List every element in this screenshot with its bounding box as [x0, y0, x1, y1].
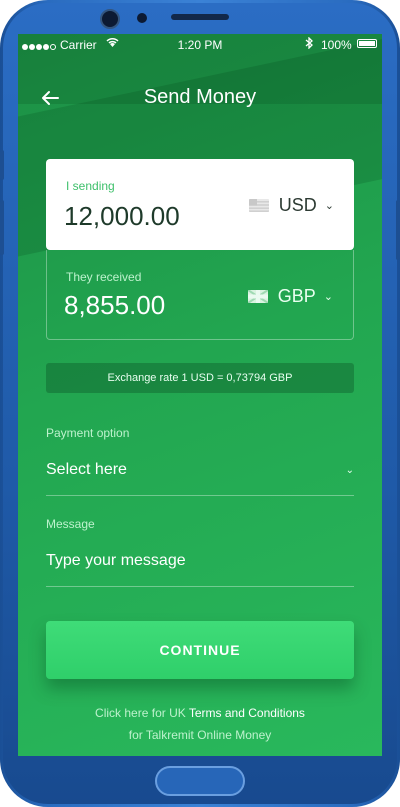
sending-currency-label: USD: [278, 195, 317, 215]
phone-frame: Carrier 1:20 PM 100% Send Money I sendin…: [0, 0, 400, 807]
page-title: Send Money: [143, 86, 257, 108]
battery-icon: [357, 39, 377, 48]
terms-prefix: Click here for UK: [95, 706, 186, 720]
message-label: Message: [46, 517, 95, 531]
chevron-down-icon: ⌄: [345, 465, 354, 476]
sending-amount-input[interactable]: 12,000.00: [64, 201, 180, 232]
received-amount: 8,855.00: [64, 290, 166, 320]
chevron-down-icon: ⌄: [324, 200, 334, 212]
side-button: [396, 200, 400, 260]
front-camera: [100, 9, 120, 29]
bluetooth-icon: [305, 36, 313, 52]
home-button[interactable]: [155, 766, 245, 796]
terms-link[interactable]: Terms and Conditions: [189, 706, 305, 720]
payment-option-value: Select here: [46, 461, 127, 478]
received-card: They received 8,855.00 GBP ⌄: [46, 250, 354, 340]
received-currency-select[interactable]: GBP ⌄: [247, 286, 333, 307]
app-screen: Carrier 1:20 PM 100% Send Money I sendin…: [18, 34, 382, 756]
chevron-down-icon: ⌄: [323, 291, 333, 303]
side-button: [0, 200, 4, 255]
proximity-sensor: [137, 13, 147, 23]
sending-label: I sending: [66, 179, 115, 193]
terms-line: Click here for UK Terms and Conditions: [18, 706, 382, 720]
sending-currency-select[interactable]: USD ⌄: [248, 195, 334, 216]
payment-option-label: Payment option: [46, 426, 130, 440]
earpiece-speaker: [171, 14, 229, 20]
message-placeholder: Type your message: [46, 552, 186, 569]
sending-card: I sending 12,000.00 USD ⌄: [46, 159, 354, 250]
exchange-rate-banner: Exchange rate 1 USD = 0,73794 GBP: [46, 363, 354, 393]
payment-option-select[interactable]: Select here ⌄: [46, 455, 354, 496]
received-label: They received: [66, 270, 142, 284]
battery-percent: 100%: [321, 38, 352, 52]
message-input[interactable]: Type your message: [46, 546, 354, 587]
received-currency-label: GBP: [277, 286, 316, 306]
continue-button[interactable]: CONTINUE: [46, 621, 354, 679]
side-button: [0, 150, 4, 180]
app-header: Send Money: [18, 80, 382, 116]
uk-flag-icon: [247, 290, 268, 303]
us-flag-icon: [248, 199, 269, 212]
terms-line-2: for Talkremit Online Money: [128, 728, 272, 742]
status-bar: Carrier 1:20 PM 100%: [18, 34, 382, 56]
